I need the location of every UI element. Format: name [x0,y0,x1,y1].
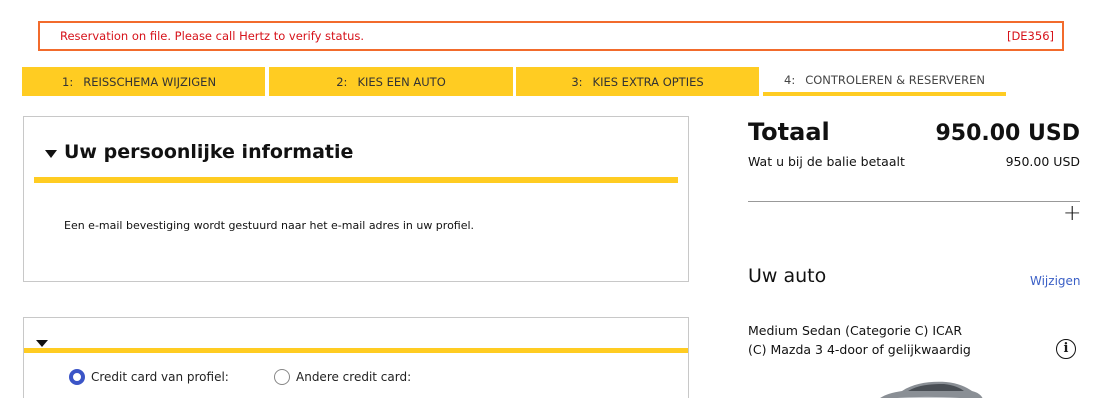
personal-info-title[interactable]: Uw persoonlijke informatie [64,141,353,163]
step-label: KIES EEN AUTO [357,74,446,89]
personal-info-panel: Uw persoonlijke informatie Een e-mail be… [23,116,689,282]
alert-message: Reservation on file. Please call Hertz t… [60,29,365,43]
car-description-line1: Medium Sedan (Categorie C) ICAR [748,323,963,338]
step-number: 3: [571,74,583,89]
other-card-option[interactable]: Andere credit card: [274,369,411,385]
car-description: Medium Sedan (Categorie C) ICAR (C) Mazd… [748,321,1018,359]
profile-card-option[interactable]: Credit card van profiel: [69,369,229,385]
email-confirmation-text: Een e-mail bevestiging wordt gestuurd na… [64,219,475,232]
balie-label: Wat u bij de balie betaalt [748,154,905,169]
step-number: 4: [784,72,796,87]
total-value: 950.00 USD [935,121,1080,146]
balie-value: 950.00 USD [1005,154,1080,169]
car-description-line2: (C) Mazda 3 4-door of gelijkwaardig [748,342,971,357]
profile-card-label: Credit card van profiel: [91,370,229,384]
collapse-triangle-icon[interactable] [45,150,57,158]
price-summary: Totaal 950.00 USD Wat u bij de balie bet… [748,118,1080,169]
other-card-label: Andere credit card: [296,370,412,384]
step-label: KIES EXTRA OPTIES [592,74,704,89]
step-label: CONTROLEREN & RESERVEREN [805,72,985,87]
payment-panel: Credit card van profiel: Andere credit c… [23,317,689,398]
step-3-tab[interactable]: 3: KIES EXTRA OPTIES [516,67,759,96]
summary-divider [748,201,1080,202]
change-car-link[interactable]: Wijzigen [1030,274,1081,288]
collapse-triangle-icon[interactable] [36,340,48,347]
expand-plus-icon[interactable]: + [1063,201,1081,226]
section-underline [24,348,688,353]
info-icon[interactable]: i [1056,339,1076,359]
step-2-tab[interactable]: 2: KIES EEN AUTO [269,67,513,96]
status-alert: Reservation on file. Please call Hertz t… [38,21,1064,51]
step-1-tab[interactable]: 1: REISSCHEMA WIJZIGEN [22,67,265,96]
radio-unchecked-icon[interactable] [274,369,290,385]
car-image [880,381,983,398]
alert-code: [DE356] [1006,29,1054,43]
step-number: 2: [336,74,348,89]
section-underline [34,177,678,183]
radio-checked-icon[interactable] [69,369,85,385]
step-label: REISSCHEMA WIJZIGEN [83,74,217,89]
step-number: 1: [62,74,74,89]
step-4-tab-active: 4: CONTROLEREN & RESERVEREN [763,67,1006,96]
car-section-title: Uw auto [748,265,827,287]
total-label: Totaal [748,118,830,146]
